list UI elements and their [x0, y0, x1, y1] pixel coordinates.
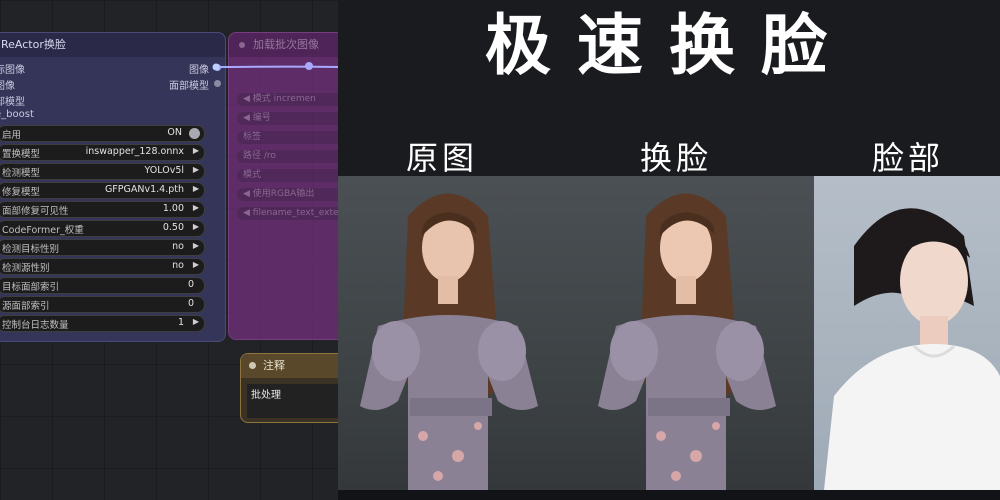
widget-value: inswapper_128.onnx	[85, 146, 184, 157]
widget-value: 1.00	[162, 203, 184, 214]
batch-mode-select[interactable]: ◀ 模式 incremen	[237, 93, 340, 106]
output-image-socket-icon[interactable]	[214, 64, 221, 71]
output-image[interactable]: 图像	[189, 61, 209, 76]
result-showcase-panel: 极速换脸 原图 换脸 脸部	[338, 0, 1000, 500]
widget-value: YOLOv5l	[144, 165, 185, 176]
widget-value: 1	[177, 317, 184, 328]
widget-value: no	[172, 260, 184, 271]
arrow-right-icon[interactable]: ▶	[193, 203, 199, 212]
detect-target-gender-select[interactable]: 检测目标性别 no ▶	[0, 239, 205, 256]
widget-label: 源面部索引	[2, 301, 50, 312]
widget-label: 启用	[2, 130, 22, 141]
arrow-right-icon[interactable]: ▶	[193, 184, 199, 193]
batch-node-title-text: 加载批次图像	[253, 38, 319, 51]
batch-label-input[interactable]: 标签	[237, 131, 340, 144]
swap-model-select[interactable]: 置换模型 inswapper_128.onnx ▶	[0, 144, 205, 161]
caption-original: 原图	[406, 139, 479, 177]
batch-index-input[interactable]: ◀ 编号	[237, 112, 340, 125]
target-face-index-input[interactable]: 目标面部索引 0	[0, 277, 205, 294]
collapse-dot-icon[interactable]	[239, 42, 245, 48]
widget-label: 目标面部索引	[2, 282, 60, 293]
swapped-photo	[564, 176, 814, 490]
reactor-face-swap-node[interactable]: ReActor换脸 标图像 图像 部模型 e_boost 图像 面部模型 启用 …	[0, 32, 226, 342]
widget-label: 检测目标性别	[2, 244, 60, 255]
input-target-image[interactable]: 标图像	[0, 61, 25, 76]
widget-label: 检测模型	[2, 168, 41, 179]
reactor-node-title[interactable]: ReActor换脸	[0, 33, 225, 57]
widget-value: GFPGANv1.4.pth	[104, 184, 184, 195]
arrow-right-icon[interactable]: ▶	[193, 260, 199, 269]
detect-source-gender-select[interactable]: 检测源性别 no ▶	[0, 258, 205, 275]
console-log-level-input[interactable]: 控制台日志数量 1 ▶	[0, 315, 205, 332]
output-face-model[interactable]: 面部模型	[169, 77, 209, 92]
note-title-text: 注释	[263, 359, 285, 372]
widget-value: 0	[187, 298, 194, 309]
original-photo	[338, 176, 564, 490]
widget-value: 0	[187, 279, 194, 290]
original-figure-illustration	[360, 193, 538, 490]
arrow-right-icon[interactable]: ▶	[193, 146, 199, 155]
face-figure-illustration	[824, 208, 1000, 490]
codeformer-weight-input[interactable]: CodeFormer_权重 0.50 ▶	[0, 220, 205, 237]
swapped-figure-illustration	[598, 193, 776, 490]
output-face-model-socket-icon[interactable]	[214, 80, 221, 87]
widget-label: 修复模型	[2, 187, 41, 198]
face-reference-photo	[814, 176, 1000, 490]
widget-value: no	[172, 241, 184, 252]
batch-rgba-toggle[interactable]: ◀ 使用RGBA输出	[237, 188, 340, 201]
widget-value: ON	[167, 127, 182, 138]
batch-pattern-input[interactable]: 模式	[237, 169, 340, 182]
collapse-dot-icon[interactable]	[249, 362, 256, 369]
arrow-right-icon[interactable]: ▶	[193, 165, 199, 174]
bottom-strip	[338, 490, 1000, 500]
widget-label: 检测源性别	[2, 263, 50, 274]
input-face-boost[interactable]: e_boost	[0, 109, 34, 120]
note-node[interactable]: 注释 批处理	[240, 353, 340, 423]
arrow-right-icon[interactable]: ▶	[193, 317, 199, 326]
enabled-toggle[interactable]: 启用 ON	[0, 125, 205, 142]
batch-path-input[interactable]: 路径 /ro	[237, 150, 340, 163]
caption-face: 脸部	[872, 139, 945, 177]
toggle-knob-icon[interactable]	[189, 128, 200, 139]
input-face-model[interactable]: 部模型	[0, 93, 25, 108]
source-face-index-input[interactable]: 源面部索引 0	[0, 296, 205, 313]
face-restore-visibility-input[interactable]: 面部修复可见性 1.00 ▶	[0, 201, 205, 218]
arrow-right-icon[interactable]: ▶	[193, 241, 199, 250]
batch-filename-ext-select[interactable]: ◀ filename_text_exter	[237, 207, 340, 220]
caption-swapped: 换脸	[640, 139, 713, 177]
widget-label: CodeFormer_权重	[2, 225, 84, 236]
batch-load-images-node[interactable]: 加载批次图像 ◀ 模式 incremen ◀ 编号 标签 路径 /ro 模式 ◀…	[228, 32, 340, 340]
widget-label: 控制台日志数量	[2, 320, 69, 331]
arrow-right-icon[interactable]: ▶	[193, 222, 199, 231]
widget-value: 0.50	[162, 222, 184, 233]
batch-node-title[interactable]: 加载批次图像	[229, 33, 340, 57]
note-node-title[interactable]: 注释	[241, 354, 340, 378]
widget-label: 置换模型	[2, 149, 41, 160]
restore-model-select[interactable]: 修复模型 GFPGANv1.4.pth ▶	[0, 182, 205, 199]
input-source-image[interactable]: 图像	[0, 77, 15, 92]
note-textarea[interactable]: 批处理	[247, 384, 340, 418]
node-graph-canvas[interactable]: ReActor换脸 标图像 图像 部模型 e_boost 图像 面部模型 启用 …	[0, 0, 340, 500]
headline-title: 极速换脸	[485, 7, 853, 84]
detection-model-select[interactable]: 检测模型 YOLOv5l ▶	[0, 163, 205, 180]
widget-label: 面部修复可见性	[2, 206, 69, 217]
